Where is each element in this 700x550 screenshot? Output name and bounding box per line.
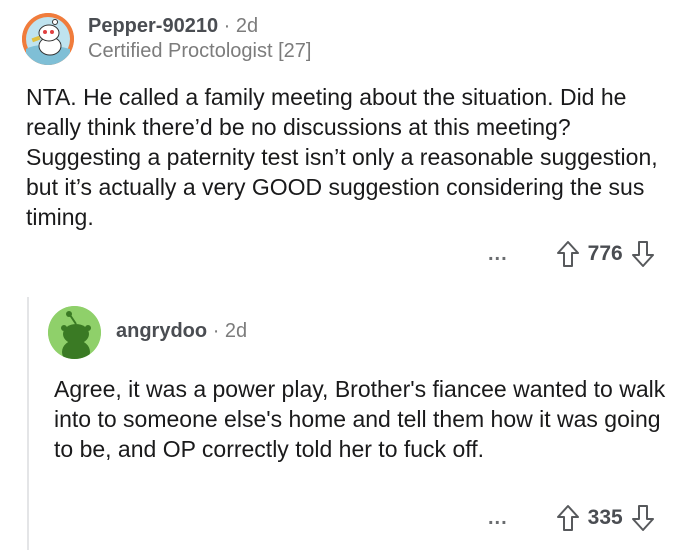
username[interactable]: Pepper-90210 — [88, 15, 218, 37]
comment-header: Pepper-90210 · 2d — [88, 15, 258, 38]
comment-body: Agree, it was a power play, Brother's fi… — [54, 376, 666, 462]
more-icon[interactable]: ... — [488, 243, 508, 266]
arrow-down-icon[interactable] — [631, 240, 655, 268]
snoo-avatar-icon — [48, 306, 101, 359]
vote-count: 776 — [587, 242, 623, 265]
username[interactable]: angrydoo — [116, 320, 207, 342]
arrow-up-icon[interactable] — [556, 240, 580, 268]
timestamp: 2d — [235, 15, 259, 37]
comment-actions: ... 776 — [488, 240, 655, 268]
arrow-up-icon[interactable] — [556, 504, 580, 532]
vote-count: 335 — [587, 506, 623, 529]
snoo-avatar-icon — [22, 13, 74, 65]
comment-header: angrydoo · 2d — [116, 320, 247, 343]
comment-actions: ... 335 — [488, 504, 655, 532]
more-icon[interactable]: ... — [488, 507, 508, 530]
avatar[interactable] — [48, 306, 101, 359]
timestamp: 2d — [224, 320, 248, 342]
arrow-down-icon[interactable] — [631, 504, 655, 532]
separator: · — [223, 15, 231, 37]
avatar[interactable] — [22, 13, 74, 65]
thread-line[interactable] — [27, 297, 29, 550]
user-flair: Certified Proctologist [27] — [88, 40, 312, 62]
separator: · — [212, 320, 220, 342]
comment-body: NTA. He called a family meeting about th… — [26, 84, 658, 230]
